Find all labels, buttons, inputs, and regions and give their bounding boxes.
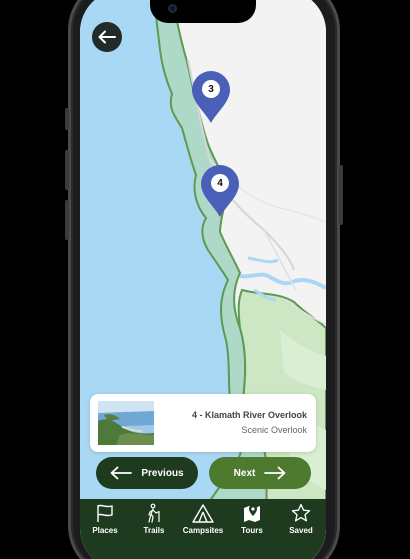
map-marker[interactable]: 3 xyxy=(191,70,231,124)
arrow-left-icon xyxy=(110,466,133,480)
star-icon xyxy=(291,503,311,522)
tab-campsites[interactable]: Campsites xyxy=(180,499,226,539)
tab-saved-label: Saved xyxy=(289,526,313,535)
tab-tours-label: Tours xyxy=(241,526,263,535)
location-title: 4 - Klamath River Overlook xyxy=(191,410,307,420)
location-type: Scenic Overlook xyxy=(241,425,307,435)
side-button xyxy=(339,165,343,225)
side-button xyxy=(65,200,69,240)
marker-number: 4 xyxy=(211,174,229,192)
tab-trails[interactable]: Trails xyxy=(131,499,177,539)
map-pin-icon xyxy=(244,505,260,522)
previous-button[interactable]: Previous xyxy=(96,457,198,489)
marker-number: 3 xyxy=(202,80,220,98)
tab-trails-label: Trails xyxy=(143,526,165,535)
tab-tours[interactable]: Tours xyxy=(229,499,275,539)
front-camera xyxy=(168,4,177,13)
tab-saved[interactable]: Saved xyxy=(278,499,324,539)
app-screen: 3 4 4 - Klamath River Overlook Scenic Ov… xyxy=(80,0,326,559)
map-marker[interactable]: 4 xyxy=(200,164,240,218)
hiker-icon xyxy=(148,503,160,523)
phone-notch xyxy=(150,0,256,23)
next-label: Next xyxy=(233,467,256,479)
tent-icon xyxy=(192,504,214,523)
arrow-right-icon xyxy=(264,466,286,480)
side-button xyxy=(65,108,69,130)
tab-campsites-label: Campsites xyxy=(182,526,224,535)
next-button[interactable]: Next xyxy=(209,457,311,489)
tab-places-label: Places xyxy=(92,526,118,535)
location-thumbnail xyxy=(98,401,154,445)
side-button xyxy=(65,150,69,190)
bottom-tab-bar: Places Trails Campsites Tours Saved xyxy=(80,499,326,559)
back-button[interactable] xyxy=(92,22,122,52)
tab-places[interactable]: Places xyxy=(82,499,128,539)
location-info-card[interactable]: 4 - Klamath River Overlook Scenic Overlo… xyxy=(90,394,316,452)
previous-label: Previous xyxy=(141,467,184,479)
flag-icon xyxy=(97,504,113,522)
arrow-left-icon xyxy=(98,30,116,44)
